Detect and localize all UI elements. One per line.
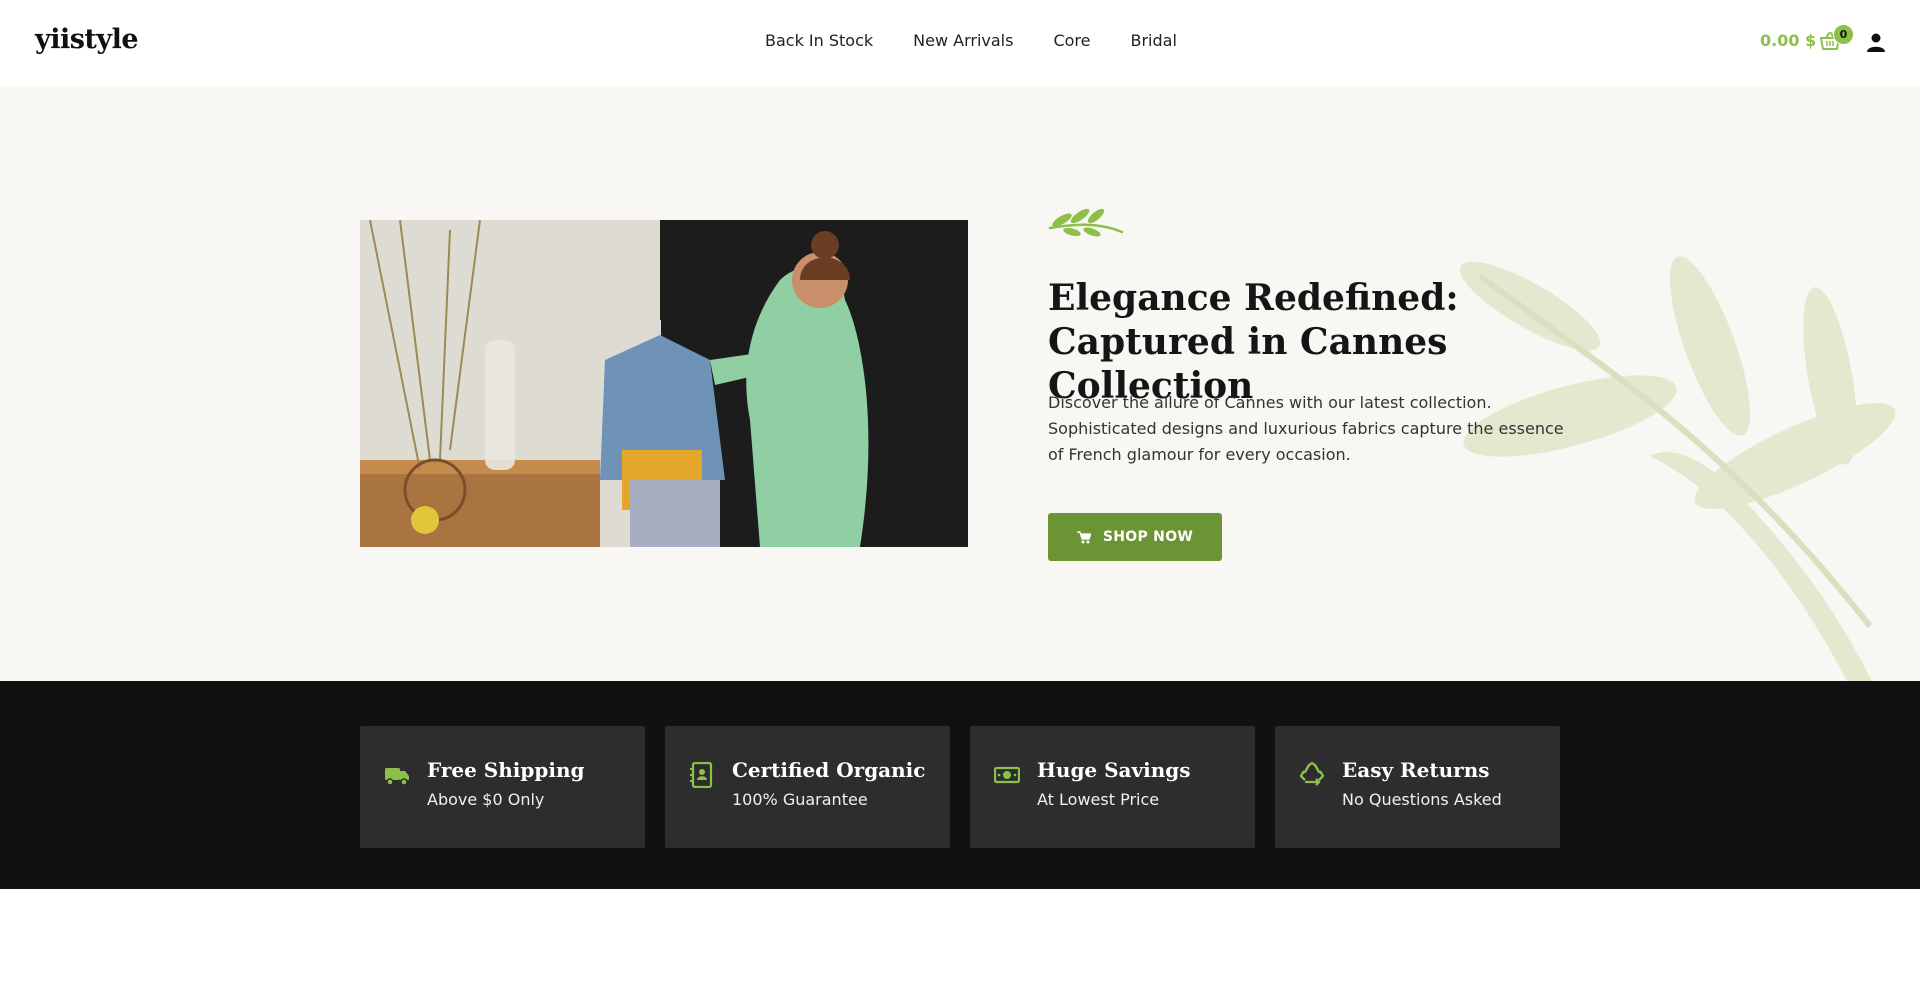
recycle-icon [1299, 762, 1325, 786]
site-header: yiistyle Back In Stock New Arrivals Core… [0, 0, 1920, 86]
certificate-icon [690, 762, 713, 788]
nav-bridal[interactable]: Bridal [1131, 31, 1177, 50]
main-nav: Back In Stock New Arrivals Core Bridal [765, 31, 1217, 50]
feature-card-organic: Certified Organic 100% Guarantee [665, 726, 950, 848]
feature-subtitle: At Lowest Price [1037, 790, 1160, 809]
feature-subtitle: No Questions Asked [1342, 790, 1502, 809]
user-icon[interactable] [1866, 32, 1886, 52]
features-band: Free Shipping Above $0 Only Certified Or… [0, 681, 1920, 889]
feature-card-savings: Huge Savings At Lowest Price [970, 726, 1255, 848]
feature-card-shipping: Free Shipping Above $0 Only [360, 726, 645, 848]
hero-image [360, 220, 968, 547]
nav-new-arrivals[interactable]: New Arrivals [913, 31, 1013, 50]
money-icon [994, 766, 1020, 784]
shop-now-label: SHOP NOW [1102, 529, 1194, 545]
hero-description: Discover the allure of Cannes with our l… [1048, 393, 1564, 464]
site-logo[interactable]: yiistyle [35, 24, 139, 55]
feature-title: Certified Organic [732, 758, 926, 782]
clothing-rack-photo [360, 220, 968, 547]
truck-icon [385, 768, 409, 786]
feature-title: Huge Savings [1037, 758, 1191, 782]
cart-total[interactable]: 0.00 $ [1760, 31, 1816, 50]
feature-card-returns: Easy Returns No Questions Asked [1275, 726, 1560, 848]
cart-icon [1076, 530, 1091, 543]
shop-now-button[interactable]: SHOP NOW [1048, 513, 1222, 561]
cart-count-badge: 0 [1833, 24, 1854, 45]
nav-core[interactable]: Core [1053, 31, 1090, 50]
hero-title: Elegance Redefined: Captured in Cannes C… [1048, 277, 1459, 407]
feature-subtitle: Above $0 Only [427, 790, 545, 809]
feature-title: Free Shipping [427, 758, 585, 782]
feature-subtitle: 100% Guarantee [732, 790, 868, 809]
sprig-icon [1048, 208, 1124, 237]
feature-title: Easy Returns [1342, 758, 1490, 782]
nav-back-in-stock[interactable]: Back In Stock [765, 31, 873, 50]
hero-section: Elegance Redefined: Captured in Cannes C… [0, 86, 1920, 681]
